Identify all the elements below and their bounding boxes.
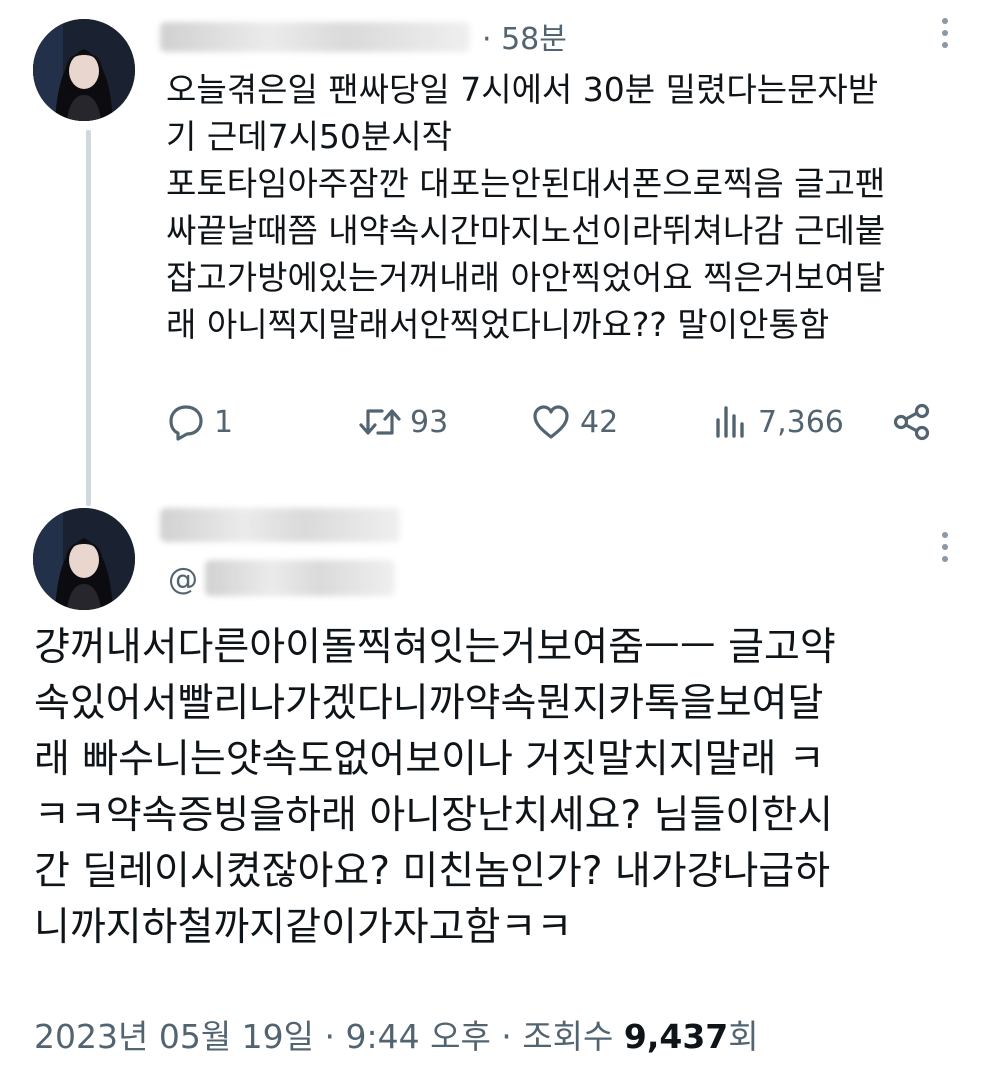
tweet-line: 잡고가방에있는거꺼내래 아안찍었어요 찍은거보여달 xyxy=(166,258,886,297)
tweet-line: 래 아니찍지말래서안찍었다니까요?? 말이안통함 xyxy=(166,305,830,344)
tweet-line: 간 딜레이시켰잖아요? 미친놈인가? 내가걍나급하 xyxy=(34,849,831,894)
redacted-handle xyxy=(205,560,395,596)
like-button[interactable]: 42 xyxy=(530,402,618,442)
redacted-display-name xyxy=(160,508,400,542)
avatar[interactable] xyxy=(33,19,135,121)
avatar-image xyxy=(33,508,135,610)
tweet-line: 싸끝날때쯤 내약속시간마지노선이라뛰쳐나감 근데붙 xyxy=(166,211,886,250)
tweet-line: 기 근데7시50분시작 xyxy=(166,117,452,156)
retweet-button[interactable]: 93 xyxy=(358,402,448,442)
like-icon xyxy=(533,405,569,439)
action-bar: 1 93 42 7,366 xyxy=(166,400,946,446)
reply-count: 1 xyxy=(214,404,234,440)
timestamp[interactable]: 2023년 05월 19일 · 9:44 오후 · 조회수 xyxy=(34,1017,624,1056)
tweet-line: 속있어서빨리나가겠다니까약속뭔지카톡을보여달 xyxy=(34,681,824,726)
tweet-metadata: 2023년 05월 19일 · 9:44 오후 · 조회수 9,437회 xyxy=(34,1010,759,1058)
more-options-icon[interactable] xyxy=(940,18,950,48)
view-suffix: 회 xyxy=(728,1017,759,1056)
retweet-count: 93 xyxy=(410,404,449,440)
tweet-line: 걍꺼내서다른아이돌찍혀잇는거보여줌ㅡㅡ 글고약 xyxy=(34,625,836,670)
tweet-line: 포토타임아주잠깐 대포는안된대서폰으로찍음 글고팬 xyxy=(166,164,886,203)
share-icon xyxy=(893,403,930,441)
tweet-line: 니까지하철까지같이가자고함ㅋㅋ xyxy=(34,905,573,950)
tweet-line: ㅋㅋ약속증빙을하래 아니장난치세요? 님들이한시 xyxy=(34,793,833,838)
tweet-text: 걍꺼내서다른아이돌찍혀잇는거보여줌ㅡㅡ 글고약 속있어서빨리나가겠다니까약속뭔지… xyxy=(34,620,979,956)
tweet-text: 오늘겪은일 팬싸당일 7시에서 30분 밀렸다는문자받 기 근데7시50분시작 … xyxy=(166,66,956,348)
view-count: 7,366 xyxy=(758,404,844,440)
redacted-username xyxy=(160,22,470,52)
tweet-time[interactable]: · 58분 xyxy=(482,14,567,58)
more-options-icon[interactable] xyxy=(940,532,950,562)
tweet-line: 오늘겪은일 팬싸당일 7시에서 30분 밀렸다는문자받 xyxy=(166,70,879,109)
avatar[interactable] xyxy=(33,508,135,610)
view-count: 9,437 xyxy=(623,1017,729,1056)
reply-button[interactable]: 1 xyxy=(166,402,233,442)
like-count: 42 xyxy=(580,404,619,440)
user-handle[interactable]: @ xyxy=(168,562,198,597)
tweet-line: 래 빠수니는얏속도없어보이나 거짓말치지말래 ㅋ xyxy=(34,737,825,782)
reply-icon xyxy=(169,405,203,441)
avatar-image xyxy=(33,19,135,121)
retweet-icon xyxy=(359,409,401,435)
views-icon xyxy=(716,406,744,438)
views-button[interactable]: 7,366 xyxy=(712,402,844,442)
thread-line xyxy=(86,130,91,506)
share-button[interactable] xyxy=(891,402,933,442)
